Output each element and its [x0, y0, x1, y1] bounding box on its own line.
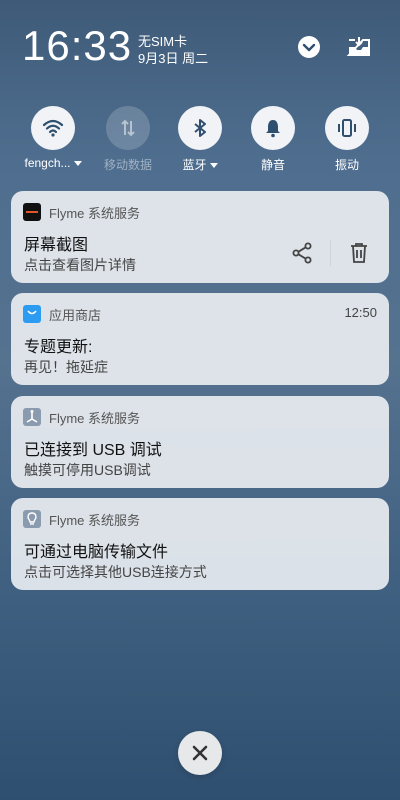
bulb-icon: [23, 510, 41, 528]
toggle-label: 移动数据: [103, 158, 152, 172]
notification-title: 已连接到 USB 调试: [24, 442, 162, 459]
wifi-icon: [42, 119, 64, 137]
toggle-vibrate[interactable]: 振动: [312, 106, 382, 173]
notification-card-file-transfer[interactable]: Flyme 系统服务 可通过电脑传输文件 点击可选择其他USB连接方式: [11, 498, 389, 590]
notification-time: 12:50: [344, 305, 377, 320]
app-name: Flyme 系统服务: [49, 513, 141, 528]
vibrate-icon: [338, 119, 356, 137]
app-name: Flyme 系统服务: [49, 411, 141, 426]
share-icon: [292, 242, 312, 264]
toggle-mute[interactable]: 静音: [238, 106, 308, 173]
expand-button[interactable]: [296, 34, 322, 60]
date-label: 9月3日 周二: [138, 51, 209, 66]
delete-button[interactable]: [341, 235, 377, 271]
mobile-data-icon: [121, 119, 135, 137]
close-icon: [192, 745, 208, 761]
notification-tray-button[interactable]: [346, 34, 372, 60]
usb-icon: [23, 408, 41, 426]
clear-all-button[interactable]: [178, 731, 222, 775]
notification-body: 触摸可停用USB调试: [24, 462, 151, 478]
toggle-bluetooth[interactable]: 蓝牙: [165, 106, 235, 173]
toggle-label: fengch...: [24, 156, 71, 170]
app-name: Flyme 系统服务: [49, 206, 141, 221]
app-store-bag-icon: [23, 305, 41, 323]
app-name: 应用商店: [49, 308, 102, 323]
caret-down-icon: [209, 163, 218, 169]
trash-icon: [351, 243, 367, 263]
toggle-label: 静音: [260, 158, 285, 172]
chevron-down-icon: [298, 36, 320, 58]
notification-card-usb-debug[interactable]: Flyme 系统服务 已连接到 USB 调试 触摸可停用USB调试: [11, 396, 389, 488]
share-button[interactable]: [284, 235, 320, 271]
notification-title: 专题更新:: [24, 339, 93, 356]
notification-body: 点击查看图片详情: [24, 257, 136, 273]
clock: 16:33: [22, 22, 133, 69]
toggle-label: 蓝牙: [182, 158, 207, 172]
notification-title: 屏幕截图: [24, 237, 89, 254]
bell-icon: [266, 120, 280, 138]
divider: [330, 240, 331, 266]
toggle-wifi[interactable]: fengch...: [18, 106, 88, 170]
tray-icon: [346, 37, 370, 56]
notification-body: 点击可选择其他USB连接方式: [24, 564, 207, 580]
notification-actions: [284, 235, 377, 271]
toggle-label: 振动: [334, 158, 359, 172]
quick-toggles: fengch... 移动数据 蓝牙 静音 振动: [0, 106, 400, 176]
notification-body: 再见！拖延症: [24, 359, 108, 375]
screenshot-thumb-icon: [23, 203, 41, 221]
notification-card-app-store[interactable]: 应用商店 12:50 专题更新: 再见！拖延症: [11, 293, 389, 385]
status-header: 16:33 无SIM卡 9月3日 周二: [0, 0, 400, 90]
caret-down-icon: [73, 161, 82, 167]
bluetooth-icon: [194, 119, 206, 137]
notification-card-screenshot[interactable]: Flyme 系统服务 屏幕截图 点击查看图片详情: [11, 191, 389, 283]
notification-title: 可通过电脑传输文件: [24, 544, 169, 561]
toggle-mobile-data[interactable]: 移动数据: [93, 106, 163, 173]
